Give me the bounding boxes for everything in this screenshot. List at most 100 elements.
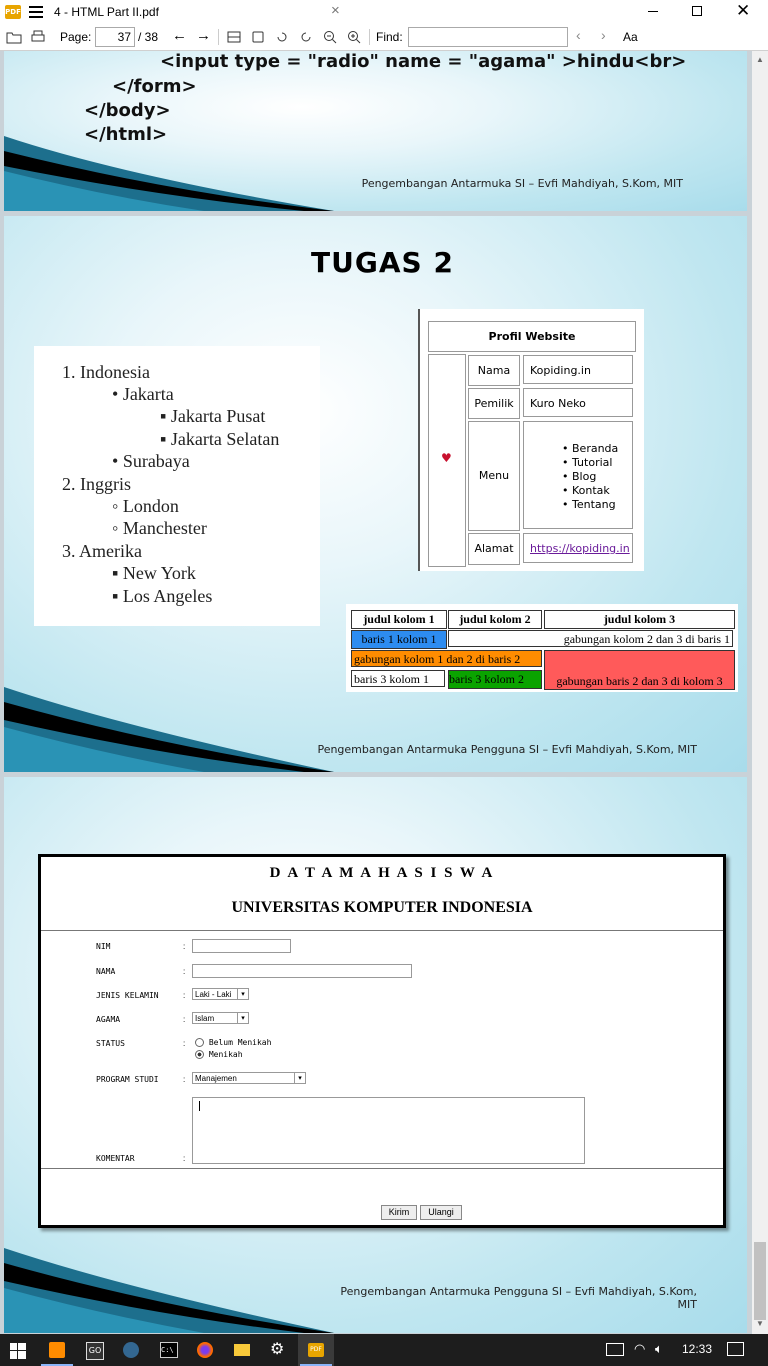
pemilik-value: Kuro Neko xyxy=(523,388,633,417)
table-cell-blue: baris 1 kolom 1 xyxy=(351,630,447,649)
find-prev-icon[interactable]: ‹ xyxy=(576,27,581,43)
volume-icon[interactable]: 🔈︎ xyxy=(655,1341,663,1357)
list-item: Manchester xyxy=(122,518,207,538)
windows-taskbar: GO C:\ ⚙ PDF ◠ 🔈︎ 12:33 xyxy=(0,1334,768,1366)
title-bar: PDF 4 - HTML Part II.pdf × ✕ xyxy=(0,0,768,24)
page-number-input[interactable]: 37 xyxy=(95,27,135,47)
table-header: judul kolom 2 xyxy=(448,610,542,629)
clock[interactable]: 12:33 xyxy=(682,1342,712,1356)
table-header: judul kolom 1 xyxy=(351,610,447,629)
fit-width-icon[interactable] xyxy=(226,29,242,45)
menu-item: Kontak xyxy=(572,484,610,497)
match-case-icon[interactable]: Aa xyxy=(623,30,638,44)
jk-value: Laki - Laki xyxy=(195,990,232,999)
list-number: 1. xyxy=(62,362,76,382)
table-header: judul kolom 3 xyxy=(544,610,735,629)
nested-list-image: 1. Indonesia • Jakarta ▪ Jakarta Pusat ▪… xyxy=(34,346,320,626)
close-tab-icon[interactable]: × xyxy=(331,2,340,19)
rotate-right-icon[interactable] xyxy=(298,29,314,45)
text-cursor xyxy=(199,1101,200,1111)
scroll-up-icon[interactable]: ▲ xyxy=(756,55,764,64)
list-item: Jakarta Selatan xyxy=(170,429,280,449)
colon: : xyxy=(183,991,186,1000)
scrollbar-thumb[interactable] xyxy=(754,1242,766,1320)
taskbar-app-sublime[interactable] xyxy=(39,1334,75,1366)
colon: : xyxy=(183,967,186,976)
nama-label: Nama xyxy=(468,355,520,386)
field-label: STATUS xyxy=(96,1039,125,1048)
prev-page-icon[interactable]: ← xyxy=(172,27,187,44)
fit-page-icon[interactable] xyxy=(250,29,266,45)
prodi-value: Manajemen xyxy=(195,1074,237,1083)
notification-icon[interactable] xyxy=(727,1342,744,1356)
next-page-icon[interactable]: → xyxy=(196,27,211,44)
nama-input[interactable] xyxy=(192,964,412,978)
taskbar-app-postgres[interactable] xyxy=(113,1334,149,1366)
radio-label: Belum Menikah xyxy=(208,1038,272,1047)
list-item: London xyxy=(122,496,179,516)
print-icon[interactable] xyxy=(30,29,46,45)
rotate-left-icon[interactable] xyxy=(274,29,290,45)
windows-start-icon[interactable] xyxy=(10,1343,26,1359)
separator xyxy=(218,29,219,45)
window-title: 4 - HTML Part II.pdf xyxy=(54,5,159,19)
zoom-out-icon[interactable] xyxy=(322,29,338,45)
divider xyxy=(41,930,723,931)
taskbar-app-settings[interactable]: ⚙ xyxy=(261,1334,297,1366)
profile-table-image: Profil Website ♥ Nama Kopiding.in Pemili… xyxy=(418,309,644,571)
field-label: NAMA xyxy=(96,967,116,976)
hamburger-menu-icon[interactable] xyxy=(29,6,43,18)
slide-footer: Pengembangan Antarmuka Pengguna SI – Evf… xyxy=(340,1285,697,1311)
scroll-down-icon[interactable]: ▼ xyxy=(756,1319,764,1328)
find-input[interactable] xyxy=(408,27,568,47)
menu-item: Blog xyxy=(572,470,597,483)
page-current: 37 xyxy=(117,30,131,44)
slide-footer: Pengembangan Antarmuka SI – Evfi Mahdiya… xyxy=(361,177,683,190)
footer-line: MIT xyxy=(677,1298,697,1311)
code-line: <input type = "radio" name = "agama" >hi… xyxy=(160,51,687,72)
program-studi-select[interactable]: Manajemen ▾ xyxy=(192,1072,306,1084)
taskbar-app-explorer[interactable] xyxy=(224,1334,260,1366)
restore-button[interactable] xyxy=(692,6,702,16)
jenis-kelamin-select[interactable]: Laki - Laki ▾ xyxy=(192,988,249,1000)
nim-input[interactable] xyxy=(192,939,291,953)
close-window-button[interactable]: ✕ xyxy=(736,1,750,21)
battery-icon[interactable] xyxy=(606,1343,624,1356)
taskbar-app-firefox[interactable] xyxy=(187,1334,223,1366)
colon: : xyxy=(183,1154,186,1163)
page-total: / 38 xyxy=(138,30,159,44)
minimize-button[interactable] xyxy=(648,11,658,12)
separator xyxy=(369,29,370,45)
zoom-in-icon[interactable] xyxy=(346,29,362,45)
slide-footer: Pengembangan Antarmuka Pengguna SI – Evf… xyxy=(317,743,697,756)
find-next-icon[interactable]: › xyxy=(601,27,606,43)
slide-37: TUGAS 2 1. Indonesia • Jakarta ▪ Jakarta… xyxy=(4,216,747,772)
ulangi-button[interactable]: Ulangi xyxy=(420,1205,462,1220)
taskbar-app-pdf-reader[interactable]: PDF xyxy=(298,1334,334,1366)
taskbar-app-go[interactable]: GO xyxy=(76,1334,112,1366)
field-label: JENIS KELAMIN xyxy=(96,991,159,1000)
list-item: Indonesia xyxy=(80,362,150,382)
komentar-textarea[interactable] xyxy=(192,1097,585,1164)
document-viewer[interactable]: <input type = "radio" name = "agama" >hi… xyxy=(0,51,752,1334)
wifi-icon[interactable]: ◠ xyxy=(634,1341,645,1357)
find-label: Find: xyxy=(376,30,403,44)
radio-menikah[interactable]: Menikah xyxy=(195,1050,243,1059)
colon: : xyxy=(183,942,186,951)
code-line: </form> xyxy=(112,76,197,97)
open-folder-icon[interactable] xyxy=(6,29,22,45)
menu-label: Menu xyxy=(468,421,520,531)
agama-select[interactable]: Islam ▾ xyxy=(192,1012,249,1024)
radio-belum-menikah[interactable]: Belum Menikah xyxy=(195,1038,271,1047)
alamat-link[interactable]: https://kopiding.in xyxy=(523,533,633,563)
field-label: KOMENTAR xyxy=(96,1154,135,1163)
vertical-scrollbar[interactable]: ▲ ▼ xyxy=(752,51,768,1334)
page-label: Page: xyxy=(60,30,92,44)
menu-item: Tutorial xyxy=(572,456,613,469)
list-item: Los Angeles xyxy=(122,586,213,606)
kirim-button[interactable]: Kirim xyxy=(381,1205,417,1220)
taskbar-app-terminal[interactable]: C:\ xyxy=(150,1334,186,1366)
list-item: Jakarta Pusat xyxy=(170,406,266,426)
list-item: Jakarta xyxy=(122,384,174,404)
alamat-label: Alamat xyxy=(468,533,520,565)
